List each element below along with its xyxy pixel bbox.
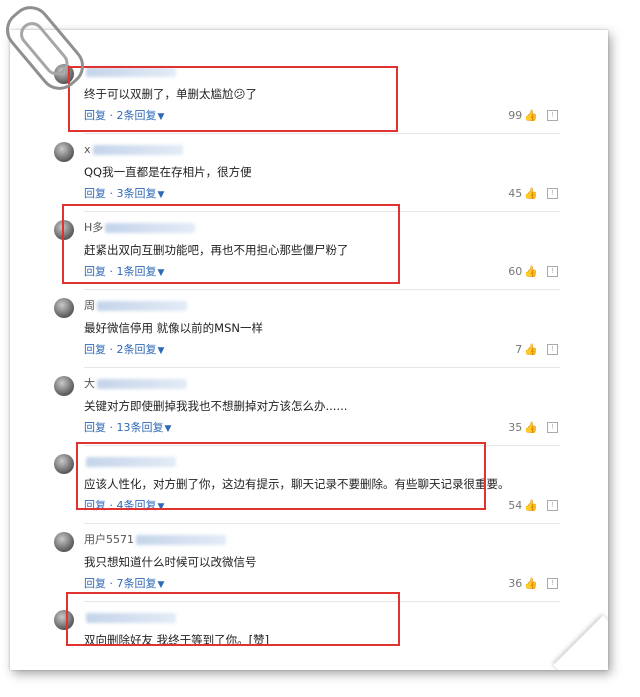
highlight-box	[76, 442, 486, 510]
avatar[interactable]	[54, 298, 74, 318]
thumbs-up-icon: 👍	[524, 421, 538, 434]
chevron-down-icon: ▼	[164, 424, 172, 434]
avatar[interactable]	[54, 142, 74, 162]
like-button[interactable]: 36 👍	[508, 577, 538, 591]
thumbs-up-icon: 👍	[524, 343, 538, 356]
like-button[interactable]: 54 👍	[508, 499, 538, 513]
reply-link[interactable]: 回复 · 7条回复▼	[84, 577, 164, 592]
chevron-down-icon: ▼	[157, 190, 165, 200]
report-icon[interactable]: !	[547, 188, 558, 199]
highlight-box	[62, 204, 400, 284]
comment-text: 我只想知道什么时候可以改微信号	[84, 555, 257, 569]
avatar[interactable]	[54, 376, 74, 396]
report-icon[interactable]: !	[547, 500, 558, 511]
report-icon[interactable]: !	[547, 110, 558, 121]
username[interactable]: x	[84, 144, 183, 156]
comment-text: QQ我一直都是在存相片，很方便	[84, 165, 252, 179]
chevron-down-icon: ▼	[157, 580, 165, 590]
avatar[interactable]	[54, 454, 74, 474]
comment-item: 用户5571 我只想知道什么时候可以改微信号 回复 · 7条回复▼ 36 👍 !	[50, 524, 560, 602]
like-button[interactable]: 99 👍	[508, 109, 538, 123]
like-button[interactable]: 60 👍	[508, 265, 538, 279]
thumbs-up-icon: 👍	[524, 109, 538, 122]
comment-screenshot-card: 终于可以双删了，单删太尴尬😕了 回复 · 2条回复▼ 99 👍 ! x QQ我一直…	[10, 30, 608, 670]
thumbs-up-icon: 👍	[524, 499, 538, 512]
username[interactable]: 大	[84, 378, 187, 390]
username[interactable]: 周	[84, 300, 187, 312]
username[interactable]: 用户5571	[84, 534, 226, 546]
comment-item: 大 关键对方即使删掉我我也不想删掉对方该怎么办...... 回复 · 13条回复…	[50, 368, 560, 446]
reply-link[interactable]: 回复 · 2条回复▼	[84, 343, 164, 358]
report-icon[interactable]: !	[547, 266, 558, 277]
thumbs-up-icon: 👍	[524, 577, 538, 590]
like-button[interactable]: 35 👍	[508, 421, 538, 435]
highlight-box	[68, 66, 398, 132]
like-button[interactable]: 45 👍	[508, 187, 538, 201]
avatar[interactable]	[54, 532, 74, 552]
chevron-down-icon: ▼	[157, 346, 165, 356]
comment-item: 周 最好微信停用 就像以前的MSN一样 回复 · 2条回复▼ 7 👍 !	[50, 290, 560, 368]
thumbs-up-icon: 👍	[524, 187, 538, 200]
report-icon[interactable]: !	[547, 344, 558, 355]
like-button[interactable]: 7 👍	[515, 343, 538, 357]
comment-text: 最好微信停用 就像以前的MSN一样	[84, 321, 263, 335]
comment-text: 关键对方即使删掉我我也不想删掉对方该怎么办......	[84, 399, 348, 413]
comment-item: x QQ我一直都是在存相片，很方便 回复 · 3条回复▼ 45 👍 !	[50, 134, 560, 212]
report-icon[interactable]: !	[547, 578, 558, 589]
thumbs-up-icon: 👍	[524, 265, 538, 278]
highlight-box	[66, 592, 400, 646]
report-icon[interactable]: !	[547, 422, 558, 433]
reply-link[interactable]: 回复 · 3条回复▼	[84, 187, 164, 202]
reply-link[interactable]: 回复 · 13条回复▼	[84, 421, 171, 436]
